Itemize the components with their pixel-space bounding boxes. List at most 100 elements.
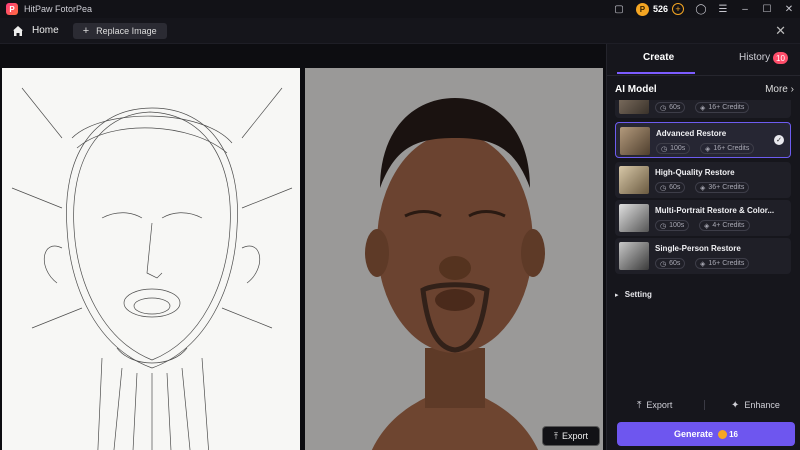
export-icon: ⤒: [637, 399, 642, 411]
home-button[interactable]: Home: [12, 22, 59, 40]
model-credits: 36+ Credits: [708, 184, 745, 191]
model-list[interactable]: ◷ 60s ◈ 16+ Credits Advanced Restore ◷ 100s…: [613, 100, 795, 314]
credit-icon: ◈: [705, 145, 711, 153]
caret-right-icon: ▸: [615, 292, 619, 299]
panel-tabs: Create History 10: [607, 44, 800, 74]
time-chip: ◷ 100s: [656, 143, 691, 154]
replace-image-button[interactable]: + Replace Image: [72, 22, 167, 39]
tabs-divider: [607, 75, 800, 76]
app-title: HitPaw FotorPea: [24, 4, 93, 14]
model-thumbnail: [619, 166, 649, 194]
model-name: Single-Person Restore: [655, 244, 741, 253]
credit-icon: ◈: [700, 260, 706, 268]
model-card[interactable]: ◷ 60s ◈ 16+ Credits: [615, 100, 791, 118]
credits-chip: ◈ 4+ Credits: [699, 220, 750, 231]
model-credits: 4+ Credits: [712, 222, 745, 229]
tab-create[interactable]: Create: [643, 52, 674, 63]
check-icon: ✓: [774, 135, 784, 145]
generate-button[interactable]: Generate 16: [617, 422, 795, 446]
model-card-advanced-restore[interactable]: Advanced Restore ◷ 100s ◈ 16+ Credits ✓: [615, 122, 791, 158]
clock-icon: ◷: [661, 145, 668, 153]
credits-chip: ◈ 36+ Credits: [695, 182, 750, 193]
coin-icon: [718, 429, 728, 439]
clock-icon: ◷: [660, 260, 667, 268]
right-panel: Create History 10 AI Model More › ◷ 60s ◈…: [606, 44, 800, 450]
ai-model-heading: AI Model: [615, 84, 657, 95]
generate-cost: 16: [729, 429, 738, 439]
credits-chip: ◈ 16+ Credits: [700, 143, 755, 154]
time-chip: ◷ 100s: [655, 220, 690, 231]
panel-export-button[interactable]: ⤒ Export: [637, 400, 672, 411]
setting-toggle[interactable]: ▸ Setting: [615, 290, 652, 299]
active-tab-indicator: [617, 72, 695, 74]
credits-chip: ◈ 16+ Credits: [695, 258, 750, 269]
model-thumbnail: [619, 204, 649, 232]
enhance-label: Enhance: [744, 400, 780, 410]
model-time: 60s: [669, 104, 681, 111]
model-time: 100s: [670, 145, 686, 152]
plus-icon: +: [82, 24, 90, 37]
nav-bar: Home + Replace Image ✕: [0, 18, 800, 44]
canvas-export-label: Export: [561, 431, 588, 441]
panel-export-label: Export: [646, 400, 673, 410]
credits-count: 526: [652, 4, 668, 14]
more-models-link[interactable]: More ›: [765, 84, 794, 95]
original-image: [2, 68, 300, 450]
export-icon: ⤒: [554, 430, 558, 441]
screen-icon[interactable]: ▢: [608, 0, 630, 18]
home-label: Home: [32, 25, 59, 36]
model-thumbnail: [619, 242, 649, 270]
model-time: 60s: [669, 184, 681, 191]
clock-icon: ◷: [660, 104, 667, 112]
model-card-high-quality-restore[interactable]: High-Quality Restore ◷ 60s ◈ 36+ Credits: [615, 162, 791, 198]
model-name: High-Quality Restore: [655, 168, 735, 177]
model-name: Advanced Restore: [656, 129, 727, 138]
credit-icon: ◈: [704, 222, 710, 230]
credit-icon: ◈: [700, 184, 706, 192]
clock-icon: ◷: [660, 222, 667, 230]
model-credits: 16+ Credits: [713, 145, 750, 152]
close-window-icon[interactable]: ✕: [778, 0, 800, 18]
generate-label: Generate: [674, 429, 714, 439]
coin-icon: P: [635, 2, 649, 16]
time-chip: ◷ 60s: [655, 182, 686, 193]
model-card-single-person-restore[interactable]: Single-Person Restore ◷ 60s ◈ 16+ Credits: [615, 238, 791, 274]
chevron-right-icon: ›: [790, 84, 794, 95]
model-thumbnail: [619, 100, 649, 114]
title-bar-controls: ▢ P 526 + ◯ ☰ – ☐ ✕: [608, 0, 800, 18]
time-chip: ◷ 60s: [655, 258, 686, 269]
menu-icon[interactable]: ☰: [712, 0, 734, 18]
enhance-button[interactable]: ✦ Enhance: [731, 400, 780, 411]
canvas-area: ⤒ Export: [0, 44, 606, 450]
model-card-multi-portrait-restore[interactable]: Multi-Portrait Restore & Color... ◷ 100s …: [615, 200, 791, 236]
history-count-badge: 10: [773, 52, 788, 64]
more-label: More: [765, 84, 788, 95]
time-chip: ◷ 60s: [655, 102, 686, 113]
app-logo-icon: P: [6, 3, 18, 15]
model-time: 60s: [669, 260, 681, 267]
maximize-icon[interactable]: ☐: [756, 0, 778, 18]
model-time: 100s: [669, 222, 685, 229]
model-name: Multi-Portrait Restore & Color...: [655, 206, 775, 215]
clock-icon: ◷: [660, 184, 667, 192]
credits-pill[interactable]: P 526 +: [635, 2, 684, 16]
restored-image: [305, 68, 603, 450]
credits-chip: ◈ 16+ Credits: [695, 102, 750, 113]
bottom-actions: ⤒ Export ✦ Enhance: [607, 396, 800, 414]
close-icon[interactable]: ✕: [775, 23, 786, 39]
tab-history[interactable]: History: [739, 52, 770, 63]
model-credits: 16+ Credits: [708, 104, 745, 111]
actions-divider: [704, 400, 705, 410]
title-bar: P HitPaw FotorPea ▢ P 526 + ◯ ☰ – ☐ ✕: [0, 0, 800, 18]
home-icon: [13, 25, 23, 36]
credit-icon: ◈: [700, 104, 706, 112]
replace-image-label: Replace Image: [96, 25, 157, 36]
canvas-export-button[interactable]: ⤒ Export: [542, 426, 600, 446]
enhance-icon: ✦: [731, 399, 740, 411]
add-credits-icon[interactable]: +: [672, 3, 684, 15]
minimize-icon[interactable]: –: [734, 0, 756, 18]
model-credits: 16+ Credits: [708, 260, 745, 267]
user-icon[interactable]: ◯: [690, 0, 712, 18]
model-thumbnail: [620, 127, 650, 155]
setting-label: Setting: [624, 290, 652, 299]
